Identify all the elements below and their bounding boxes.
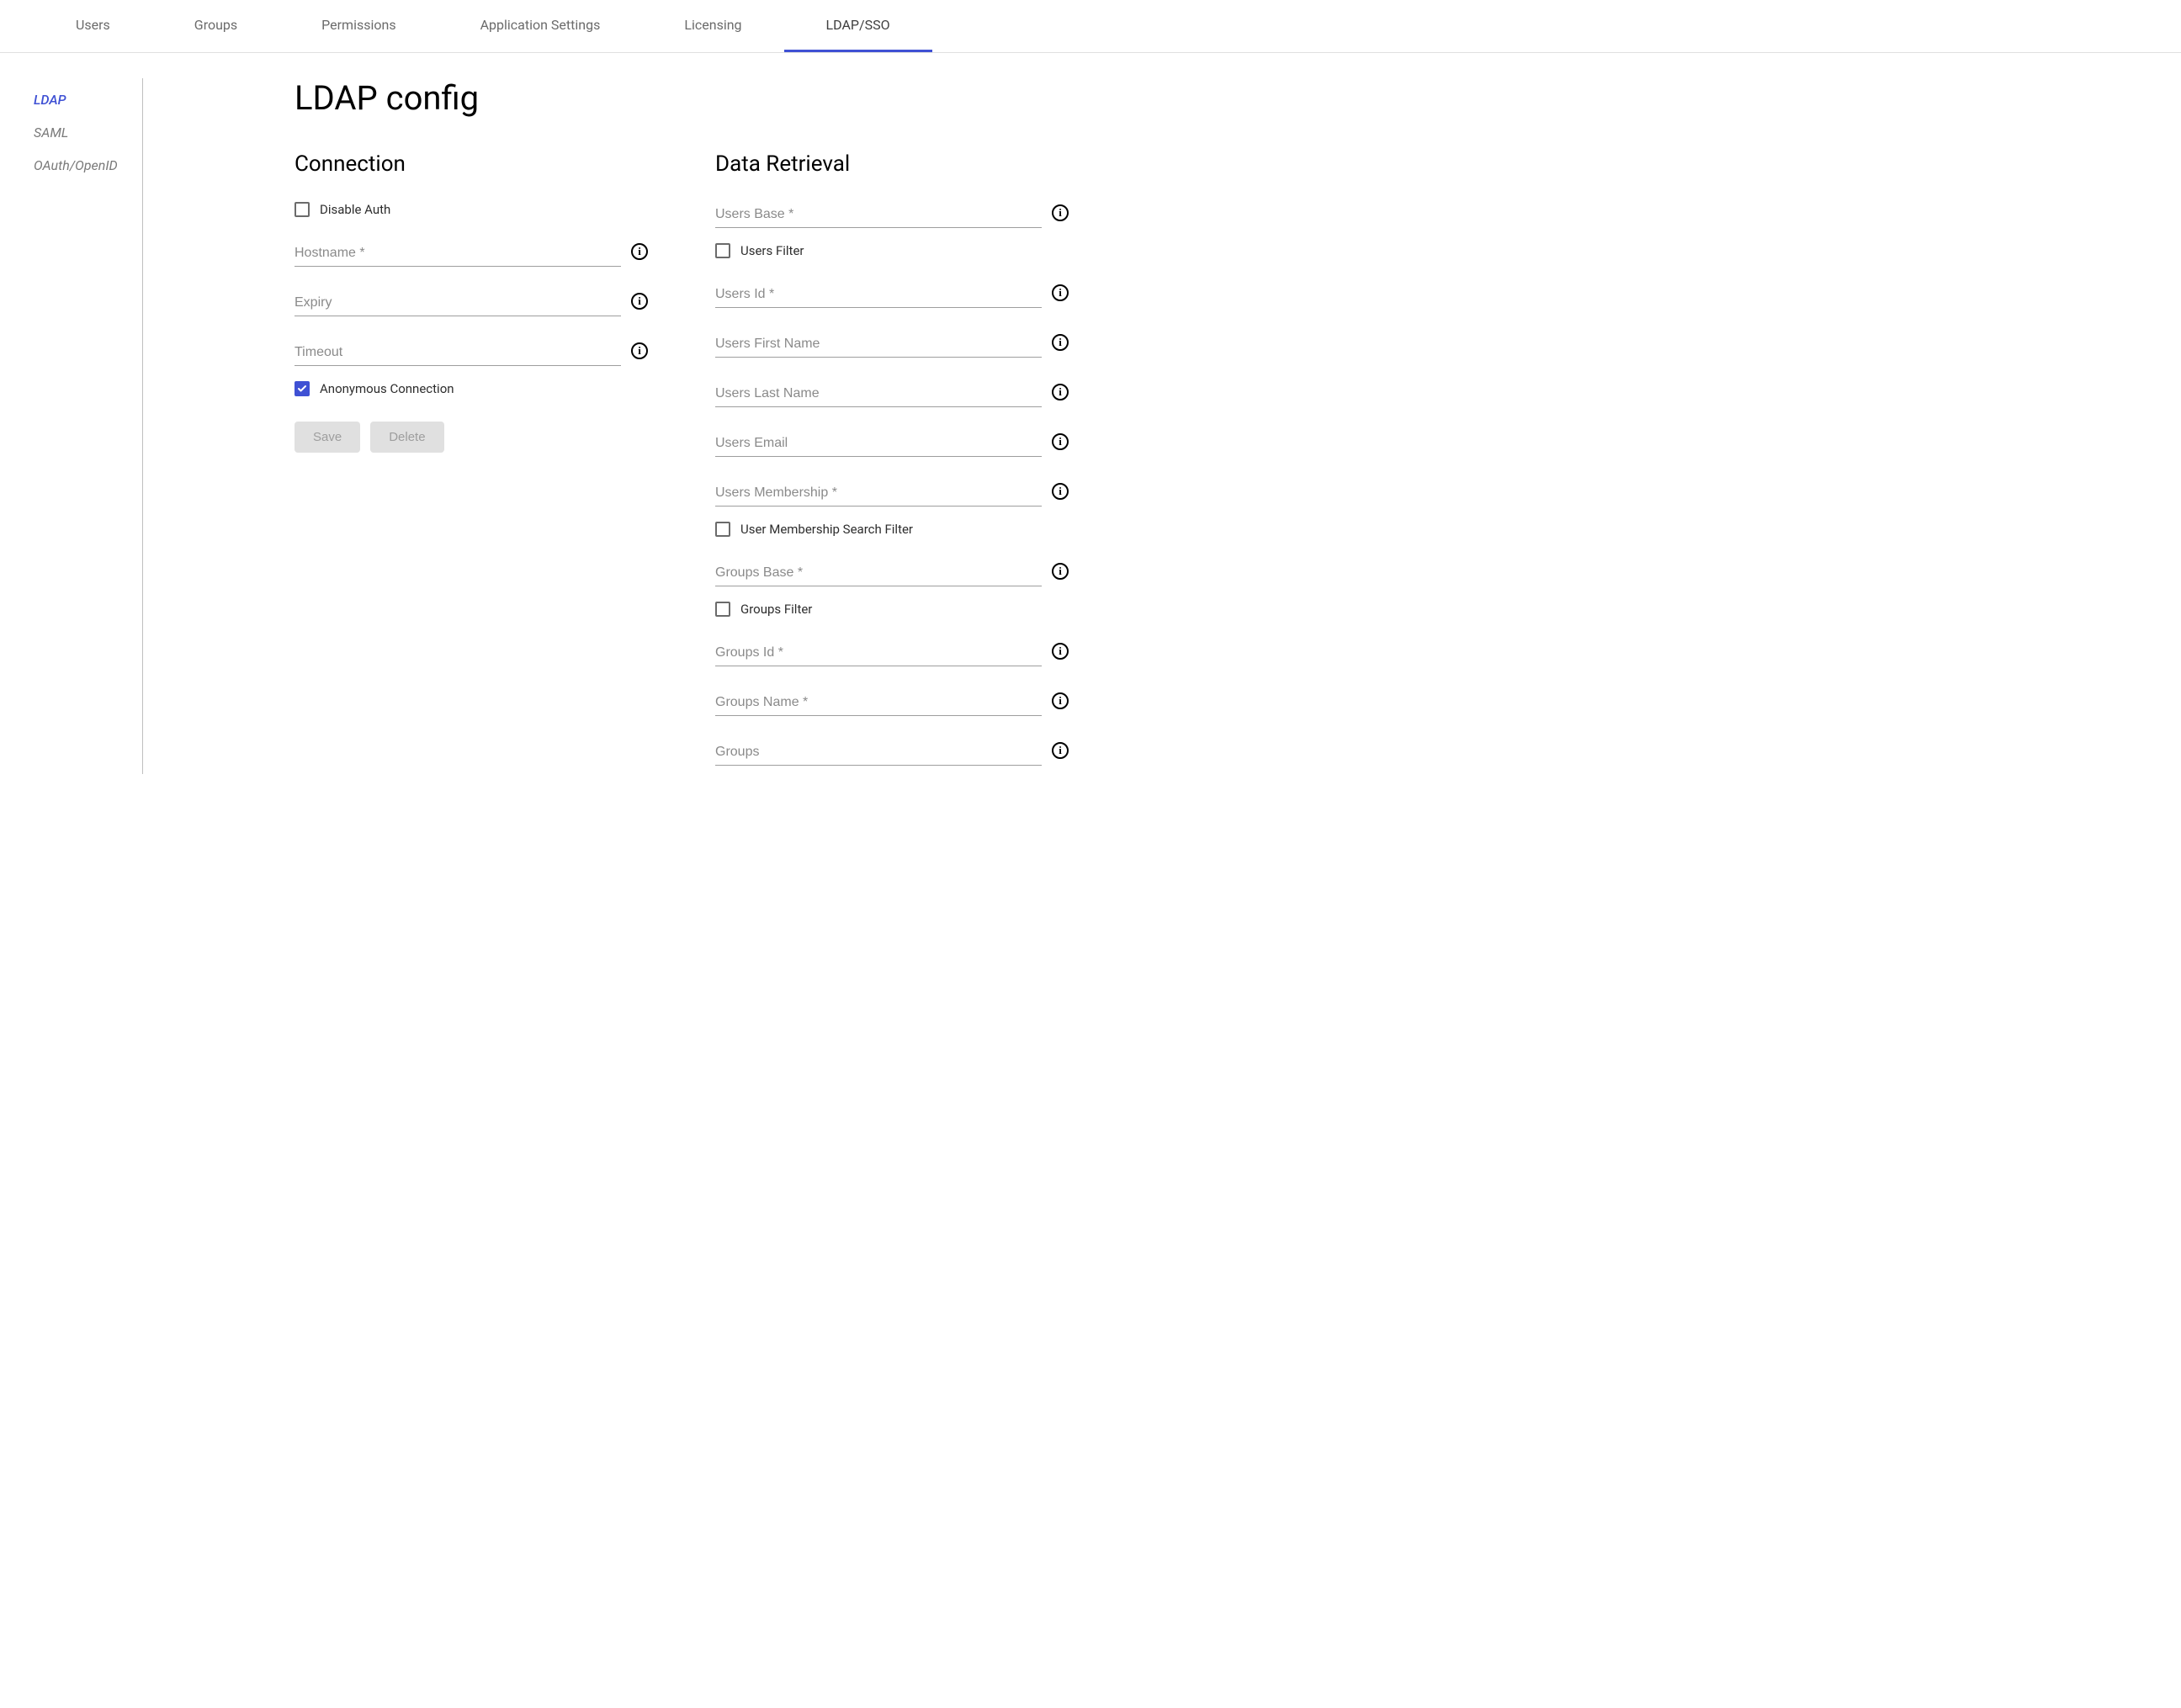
- info-icon[interactable]: i: [1052, 643, 1069, 660]
- tab-permissions[interactable]: Permissions: [279, 0, 438, 52]
- data-retrieval-heading: Data Retrieval: [715, 151, 1069, 177]
- groups-input[interactable]: [715, 740, 1042, 766]
- info-icon[interactable]: i: [1052, 204, 1069, 221]
- users-membership-input[interactable]: [715, 480, 1042, 507]
- save-button[interactable]: Save: [295, 422, 360, 453]
- users-filter-label: Users Filter: [740, 243, 804, 258]
- info-icon[interactable]: i: [1052, 692, 1069, 709]
- disable-auth-checkbox[interactable]: [295, 202, 310, 217]
- expiry-input[interactable]: [295, 290, 621, 316]
- users-id-input[interactable]: [715, 282, 1042, 308]
- connection-heading: Connection: [295, 151, 648, 177]
- info-icon[interactable]: i: [1052, 334, 1069, 351]
- delete-button[interactable]: Delete: [370, 422, 443, 453]
- tab-ldap-sso[interactable]: LDAP/SSO: [784, 0, 932, 52]
- info-icon[interactable]: i: [631, 342, 648, 359]
- connection-section: Connection Disable Auth i i: [295, 151, 648, 774]
- users-first-name-input[interactable]: [715, 332, 1042, 358]
- info-icon[interactable]: i: [1052, 483, 1069, 500]
- anonymous-connection-checkbox[interactable]: [295, 381, 310, 396]
- sidebar-item-saml[interactable]: SAML: [34, 116, 142, 149]
- hostname-input[interactable]: [295, 241, 621, 267]
- main-content: LDAP config Connection Disable Auth i: [143, 78, 2147, 774]
- page-title: LDAP config: [295, 78, 2114, 118]
- anonymous-connection-label: Anonymous Connection: [320, 381, 454, 396]
- info-icon[interactable]: i: [1052, 384, 1069, 400]
- users-last-name-input[interactable]: [715, 381, 1042, 407]
- groups-base-input[interactable]: [715, 560, 1042, 586]
- info-icon[interactable]: i: [1052, 433, 1069, 450]
- sidebar-item-oauth-openid[interactable]: OAuth/OpenID: [34, 149, 142, 182]
- user-membership-search-filter-label: User Membership Search Filter: [740, 522, 913, 537]
- tab-groups[interactable]: Groups: [152, 0, 279, 52]
- info-icon[interactable]: i: [1052, 284, 1069, 301]
- groups-name-input[interactable]: [715, 690, 1042, 716]
- tab-application-settings[interactable]: Application Settings: [438, 0, 643, 52]
- info-icon[interactable]: i: [631, 243, 648, 260]
- tab-licensing[interactable]: Licensing: [642, 0, 783, 52]
- info-icon[interactable]: i: [1052, 563, 1069, 580]
- info-icon[interactable]: i: [631, 293, 648, 310]
- top-tab-bar: Users Groups Permissions Application Set…: [0, 0, 2181, 53]
- groups-id-input[interactable]: [715, 640, 1042, 666]
- timeout-input[interactable]: [295, 340, 621, 366]
- info-icon[interactable]: i: [1052, 742, 1069, 759]
- user-membership-search-filter-checkbox[interactable]: [715, 522, 730, 537]
- disable-auth-label: Disable Auth: [320, 202, 390, 217]
- users-base-input[interactable]: [715, 202, 1042, 228]
- sidebar-item-ldap[interactable]: LDAP: [34, 83, 142, 116]
- tab-users[interactable]: Users: [34, 0, 152, 52]
- groups-filter-label: Groups Filter: [740, 602, 812, 617]
- users-email-input[interactable]: [715, 431, 1042, 457]
- data-retrieval-section: Data Retrieval i Users Filter i: [715, 151, 1069, 774]
- groups-filter-checkbox[interactable]: [715, 602, 730, 617]
- side-nav: LDAP SAML OAuth/OpenID: [34, 78, 143, 774]
- users-filter-checkbox[interactable]: [715, 243, 730, 258]
